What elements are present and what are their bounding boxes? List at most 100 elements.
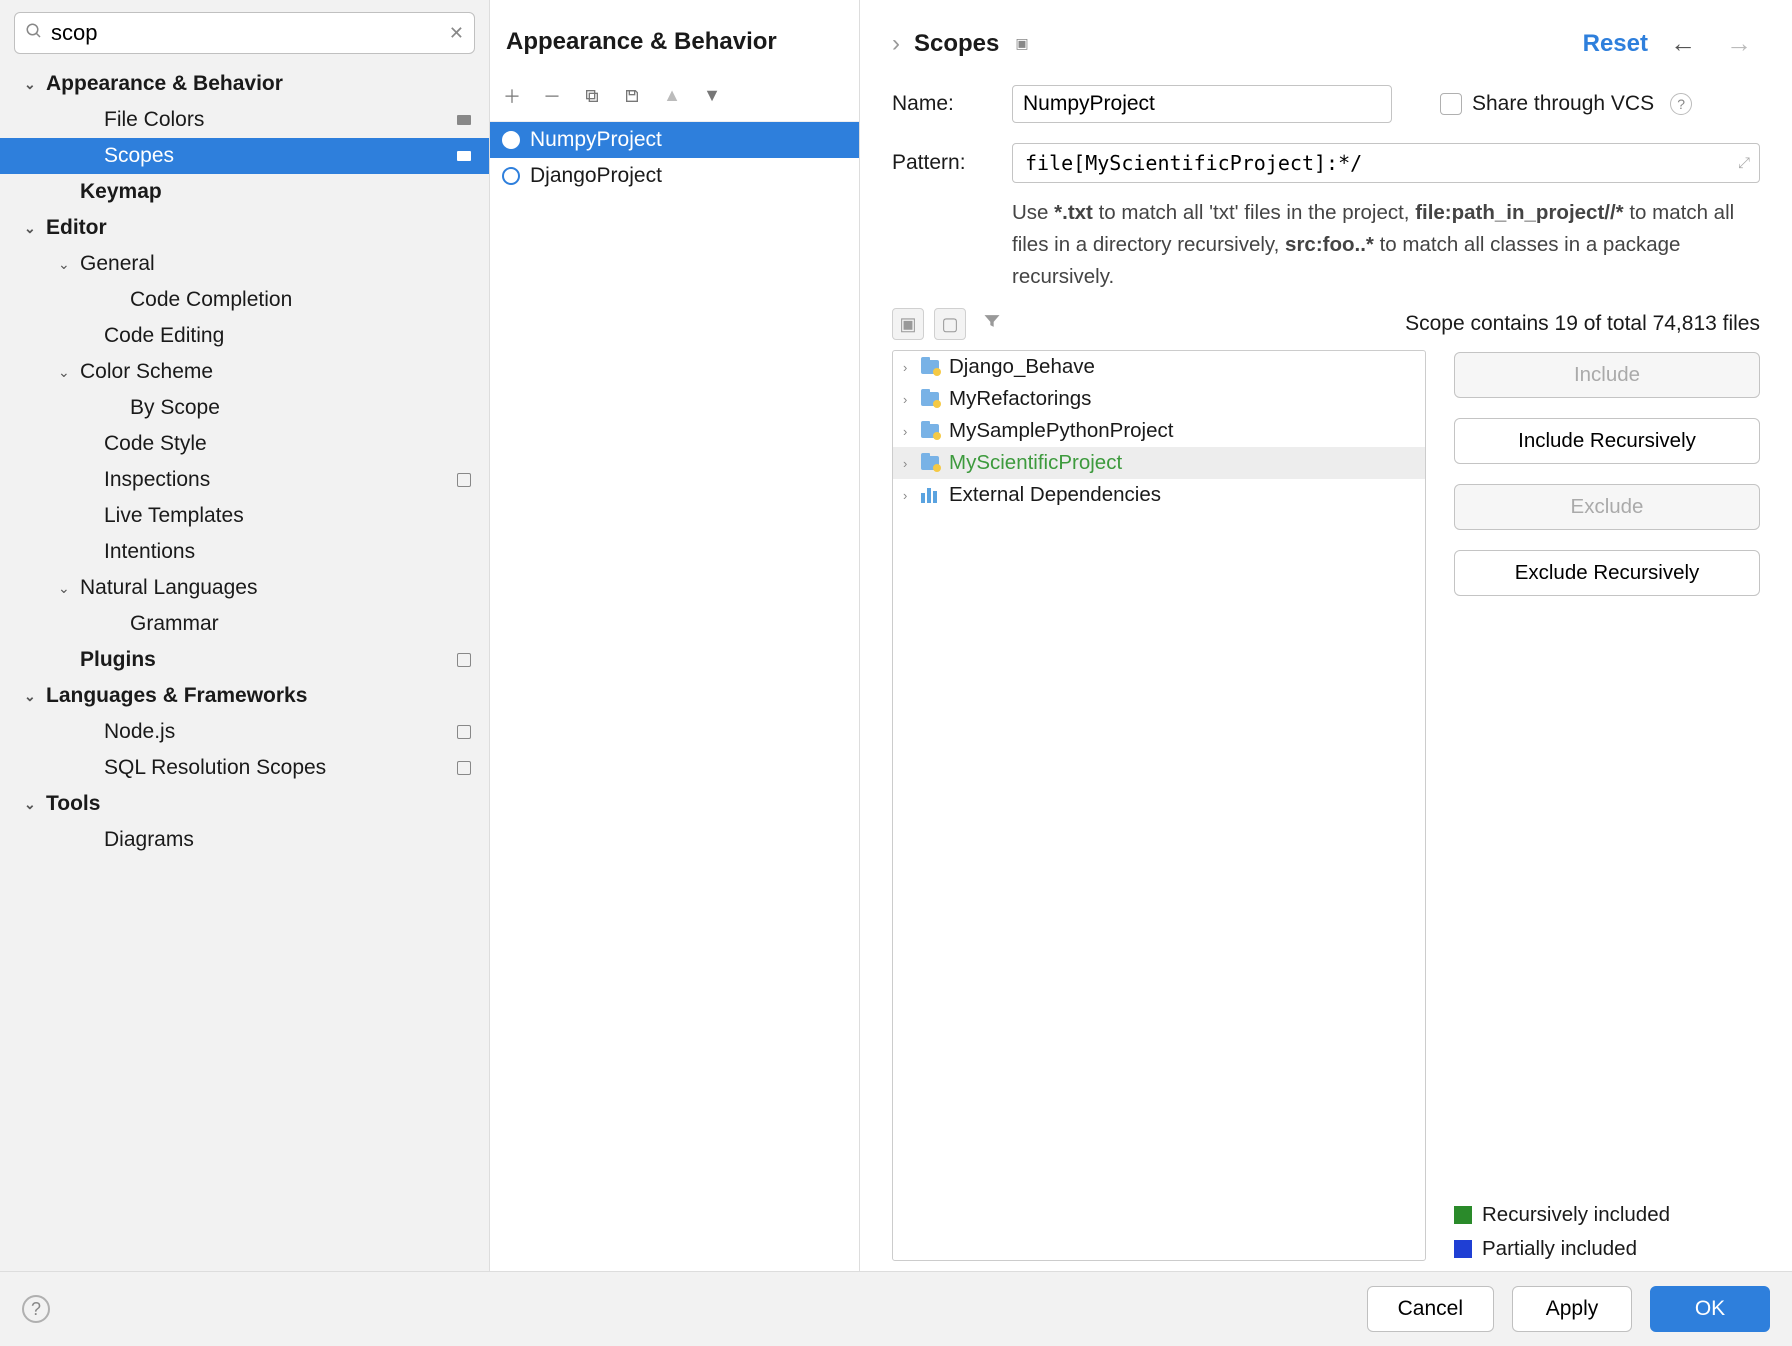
move-down-icon[interactable]: ▼ xyxy=(702,86,722,106)
sidebar-item-inspections[interactable]: Inspections xyxy=(0,462,489,498)
sidebar-item-diagrams[interactable]: Diagrams xyxy=(0,822,489,858)
sidebar-item-tools[interactable]: ⌄Tools xyxy=(0,786,489,822)
apply-button[interactable]: Apply xyxy=(1512,1286,1632,1332)
chevron-right-icon: › xyxy=(903,456,921,471)
sidebar-item-label: Scopes xyxy=(104,144,457,168)
sidebar-item-appearance-behavior[interactable]: ⌄Appearance & Behavior xyxy=(0,66,489,102)
sidebar-item-label: File Colors xyxy=(104,108,457,132)
sidebar-item-label: Editor xyxy=(46,216,477,240)
breadcrumb-seg-2[interactable]: Scopes xyxy=(914,30,999,58)
project-scope-icon xyxy=(457,473,471,487)
sidebar-item-label: Live Templates xyxy=(104,504,477,528)
exclude-recursively-button[interactable]: Exclude Recursively xyxy=(1454,550,1760,596)
python-folder-icon xyxy=(921,454,943,472)
search-icon xyxy=(25,22,43,45)
sidebar-item-by-scope[interactable]: By Scope xyxy=(0,390,489,426)
scope-name-input[interactable] xyxy=(1012,85,1392,123)
include-button[interactable]: Include xyxy=(1454,352,1760,398)
scope-status-text: Scope contains 19 of total 74,813 files xyxy=(1405,312,1760,336)
sidebar-item-node-js[interactable]: Node.js xyxy=(0,714,489,750)
python-folder-icon xyxy=(921,422,943,440)
breadcrumb-separator: › xyxy=(892,30,900,58)
tree-item-label: MyRefactorings xyxy=(949,387,1415,411)
chevron-right-icon: › xyxy=(903,424,921,439)
nav-back-icon[interactable]: ← xyxy=(1662,28,1704,59)
ok-button[interactable]: OK xyxy=(1650,1286,1770,1332)
breadcrumb-right: › Scopes ▣ Reset ← → xyxy=(860,0,1792,67)
sidebar-item-code-completion[interactable]: Code Completion xyxy=(0,282,489,318)
legend-partial: Partially included xyxy=(1454,1237,1760,1261)
sidebar-item-code-editing[interactable]: Code Editing xyxy=(0,318,489,354)
chevron-icon: ⌄ xyxy=(24,76,46,93)
tree-item-label: MyScientificProject xyxy=(949,451,1415,475)
project-scope-icon xyxy=(457,115,471,125)
project-scope-icon xyxy=(457,151,471,161)
move-up-icon[interactable]: ▲ xyxy=(662,86,682,106)
sidebar-item-label: Code Completion xyxy=(130,288,477,312)
share-vcs-checkbox[interactable] xyxy=(1440,93,1462,115)
sidebar-item-sql-resolution-scopes[interactable]: SQL Resolution Scopes xyxy=(0,750,489,786)
tree-item-myrefactorings[interactable]: ›MyRefactorings xyxy=(893,383,1425,415)
chevron-right-icon: › xyxy=(903,360,921,375)
sidebar-item-label: Code Editing xyxy=(104,324,477,348)
chevron-right-icon: › xyxy=(903,488,921,503)
sidebar-item-label: Diagrams xyxy=(104,828,477,852)
tree-item-external-dependencies[interactable]: ›External Dependencies xyxy=(893,479,1425,511)
sidebar-item-label: Languages & Frameworks xyxy=(46,684,477,708)
clear-search-icon[interactable]: ✕ xyxy=(449,23,464,44)
exclude-button[interactable]: Exclude xyxy=(1454,484,1760,530)
dialog-footer: ? Cancel Apply OK xyxy=(0,1271,1792,1346)
legend-green-icon xyxy=(1454,1206,1472,1224)
sidebar-item-intentions[interactable]: Intentions xyxy=(0,534,489,570)
sidebar-item-code-style[interactable]: Code Style xyxy=(0,426,489,462)
sidebar-item-file-colors[interactable]: File Colors xyxy=(0,102,489,138)
sidebar-item-label: SQL Resolution Scopes xyxy=(104,756,457,780)
filter-icon[interactable] xyxy=(982,311,1002,337)
chevron-icon: ⌄ xyxy=(58,256,80,273)
sidebar-item-label: Code Style xyxy=(104,432,477,456)
scope-radio-icon xyxy=(502,167,520,185)
sidebar-item-languages-frameworks[interactable]: ⌄Languages & Frameworks xyxy=(0,678,489,714)
cancel-button[interactable]: Cancel xyxy=(1367,1286,1494,1332)
help-icon[interactable]: ? xyxy=(1670,93,1692,115)
sidebar-item-live-templates[interactable]: Live Templates xyxy=(0,498,489,534)
save-icon[interactable] xyxy=(622,86,642,106)
sidebar-item-natural-languages[interactable]: ⌄Natural Languages xyxy=(0,570,489,606)
reset-button[interactable]: Reset xyxy=(1583,30,1648,58)
tree-item-myscientificproject[interactable]: › MyScientificProject xyxy=(893,447,1425,479)
sidebar-item-label: Color Scheme xyxy=(80,360,477,384)
tree-item-django-behave[interactable]: ›Django_Behave xyxy=(893,351,1425,383)
settings-search[interactable]: ✕ xyxy=(14,12,475,54)
scope-item-label: NumpyProject xyxy=(530,128,662,152)
expand-icon[interactable]: ⤢ xyxy=(1738,155,1750,172)
sidebar-item-label: Keymap xyxy=(80,180,477,204)
scope-file-tree[interactable]: ›Django_Behave›MyRefactorings›MySamplePy… xyxy=(892,350,1426,1261)
chevron-icon: ⌄ xyxy=(24,796,46,813)
breadcrumb-seg-1[interactable]: Appearance & Behavior xyxy=(506,28,777,56)
copy-icon[interactable] xyxy=(582,86,602,106)
tree-item-mysamplepythonproject[interactable]: ›MySamplePythonProject xyxy=(893,415,1425,447)
search-input[interactable] xyxy=(51,20,449,46)
pattern-input[interactable] xyxy=(1012,143,1760,183)
scope-item-numpyproject[interactable]: NumpyProject xyxy=(490,122,859,158)
name-label: Name: xyxy=(892,92,992,116)
help-button[interactable]: ? xyxy=(22,1295,50,1323)
remove-icon[interactable]: － xyxy=(542,86,562,106)
scopes-toolbar: ＋ － ▲ ▼ xyxy=(490,64,859,122)
add-icon[interactable]: ＋ xyxy=(502,86,522,106)
settings-tree: ⌄Appearance & Behavior File Colors Scopes K… xyxy=(0,62,489,1271)
legend-blue-icon xyxy=(1454,1240,1472,1258)
sidebar-item-color-scheme[interactable]: ⌄Color Scheme xyxy=(0,354,489,390)
sidebar-item-editor[interactable]: ⌄Editor xyxy=(0,210,489,246)
collapse-all-icon[interactable]: ▢ xyxy=(934,308,966,340)
chevron-icon: ⌄ xyxy=(24,220,46,237)
scope-item-djangoproject[interactable]: DjangoProject xyxy=(490,158,859,194)
include-recursively-button[interactable]: Include Recursively xyxy=(1454,418,1760,464)
sidebar-item-grammar[interactable]: Grammar xyxy=(0,606,489,642)
sidebar-item-scopes[interactable]: Scopes xyxy=(0,138,489,174)
sidebar-item-general[interactable]: ⌄General xyxy=(0,246,489,282)
sidebar-item-plugins[interactable]: Plugins xyxy=(0,642,489,678)
expand-all-icon[interactable]: ▣ xyxy=(892,308,924,340)
sidebar-item-keymap[interactable]: Keymap xyxy=(0,174,489,210)
chevron-icon: ⌄ xyxy=(58,580,80,597)
